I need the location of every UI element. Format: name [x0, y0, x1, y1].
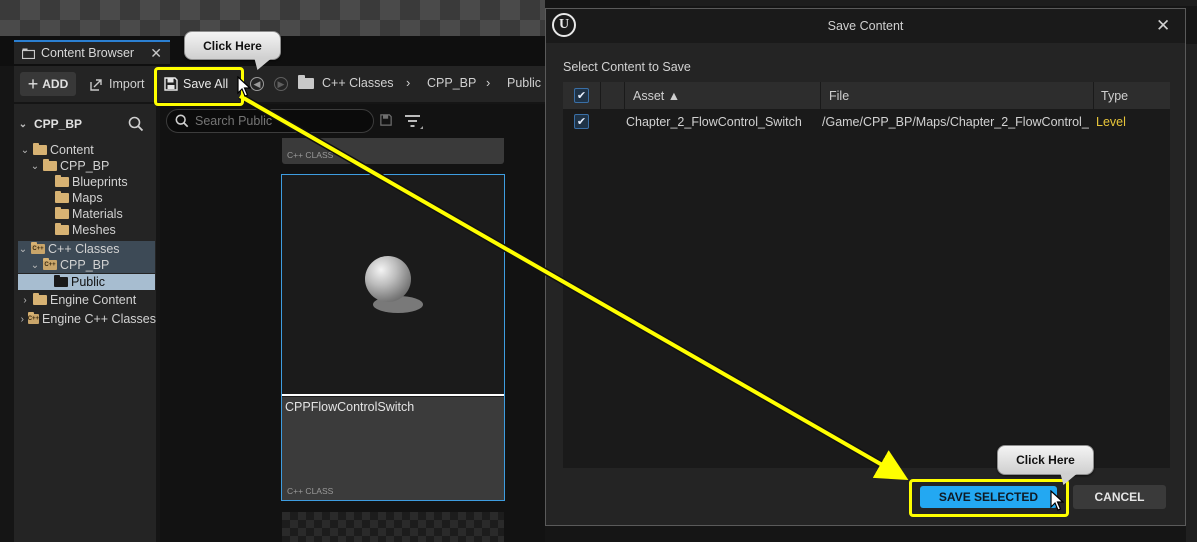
folder-icon [54, 275, 68, 287]
details-panel-edge [650, 0, 1197, 6]
search-icon[interactable] [128, 116, 144, 132]
tree-item-label: Meshes [72, 223, 116, 237]
callout-click-here: Click Here [184, 31, 281, 60]
tree-item-label: Blueprints [72, 175, 128, 189]
breadcrumb-separator-icon[interactable]: › [406, 75, 410, 90]
folder-icon [55, 207, 69, 219]
import-icon [90, 78, 102, 91]
content-table [563, 82, 1170, 468]
row-asset-name: Chapter_2_FlowControl_Switch [626, 115, 802, 129]
folder-icon [55, 191, 69, 203]
dialog-subtitle: Select Content to Save [563, 60, 691, 74]
tab-label: Content Browser [41, 46, 135, 60]
chevron-down-icon: ⌄ [20, 144, 30, 156]
breadcrumb-cpp-bp[interactable]: CPP_BP [427, 76, 476, 90]
content-browser-icon [22, 48, 35, 59]
breadcrumb-separator-icon[interactable]: › [486, 75, 490, 90]
mouse-cursor-icon [237, 76, 251, 97]
column-header-file[interactable]: File [829, 82, 849, 109]
tree-item-label: CPP_BP [60, 159, 110, 173]
cpp-folder-icon: C++ [27, 312, 40, 324]
cpp-folder-icon: C++ [43, 258, 57, 270]
chevron-down-icon: ⌄ [18, 243, 28, 255]
dialog-close-icon[interactable]: ✕ [1156, 16, 1170, 36]
chevron-right-icon: › [23, 294, 27, 306]
forward-arrow-icon[interactable]: ▶ [274, 77, 288, 91]
breadcrumb-public[interactable]: Public [507, 76, 541, 90]
asset-search-box[interactable] [166, 109, 374, 133]
folder-icon [55, 175, 69, 187]
back-arrow-icon[interactable]: ◀ [250, 77, 264, 91]
plus-icon: + [27, 74, 39, 94]
import-button[interactable]: Import [90, 74, 144, 94]
folder-icon [43, 159, 57, 171]
column-header-type[interactable]: Type [1101, 82, 1128, 109]
filter-icon[interactable] [404, 114, 424, 130]
mouse-cursor-icon [1050, 490, 1064, 511]
tree-item-label: Materials [72, 207, 123, 221]
chevron-down-icon: ⌄ [18, 118, 28, 130]
highlight-save-all [154, 67, 244, 106]
folder-icon [33, 293, 47, 305]
tree-item-cpp-bp[interactable]: ⌄ CPP_BP [30, 158, 109, 174]
tree-item-cpp-classes[interactable]: ⌄ C++ C++ Classes [18, 241, 155, 257]
tree-item-public[interactable]: Public [18, 274, 155, 290]
import-label: Import [109, 77, 145, 91]
add-button[interactable]: + ADD [20, 72, 76, 96]
dialog-title: Save Content [827, 19, 904, 33]
asset-tile-above[interactable]: C++ CLASS [282, 138, 504, 164]
tree-item-cpp-bp-classes[interactable]: ⌄ C++ CPP_BP [18, 257, 155, 273]
column-divider [1093, 82, 1094, 109]
sphere-thumbnail-icon [365, 256, 411, 302]
tree-item-label: C++ Classes [48, 242, 120, 256]
folder-icon [55, 223, 69, 235]
tree-item-maps[interactable]: Maps [55, 190, 103, 206]
tree-item-engine-content[interactable]: › Engine Content [20, 292, 136, 308]
tree-item-label: Maps [72, 191, 103, 205]
asset-name: CPPFlowControlSwitch [285, 400, 415, 414]
chevron-down-icon: ⌄ [30, 160, 40, 172]
tree-item-meshes[interactable]: Meshes [55, 222, 116, 238]
tree-item-engine-cpp-classes[interactable]: › C++ Engine C++ Classes [20, 311, 156, 327]
chevron-down-icon: ⌄ [30, 259, 40, 271]
row-file-path: /Game/CPP_BP/Maps/Chapter_2_FlowControl_ [822, 115, 1089, 129]
tree-item-blueprints[interactable]: Blueprints [55, 174, 128, 190]
save-search-icon[interactable] [380, 114, 392, 126]
asset-type-label: C++ CLASS [287, 486, 334, 496]
cancel-button[interactable]: CANCEL [1073, 485, 1166, 509]
tree-item-label: Public [71, 275, 106, 289]
breadcrumb-folder-icon[interactable] [298, 75, 314, 89]
tree-item-label: CPP_BP [60, 258, 110, 272]
column-divider [600, 82, 601, 109]
chevron-right-icon: › [20, 313, 25, 325]
row-checkbox[interactable]: ✔ [574, 114, 589, 129]
add-label: ADD [42, 77, 69, 91]
tree-item-materials[interactable]: Materials [55, 206, 123, 222]
search-input[interactable] [195, 114, 365, 128]
tab-content-browser[interactable]: Content Browser ✕ [14, 40, 170, 64]
tree-item-label: Engine C++ Classes [42, 312, 156, 326]
search-icon [175, 114, 189, 128]
cpp-folder-icon: C++ [31, 242, 45, 254]
callout-click-here: Click Here [997, 445, 1094, 475]
column-header-asset[interactable]: Asset ▲ [633, 82, 680, 109]
right-scrollbar[interactable] [1186, 44, 1197, 542]
sources-title: CPP_BP [34, 117, 83, 131]
row-type: Level [1096, 115, 1126, 129]
asset-tile-below[interactable] [282, 512, 504, 542]
column-divider [820, 82, 821, 109]
tree-item-label: Content [50, 143, 94, 157]
folder-icon [33, 143, 47, 155]
tab-close-icon[interactable]: ✕ [150, 45, 162, 62]
select-all-checkbox[interactable]: ✔ [574, 88, 589, 103]
highlight-save-selected [909, 479, 1069, 517]
asset-type-label: C++ CLASS [287, 150, 334, 160]
column-divider [624, 82, 625, 109]
tree-item-label: Engine Content [50, 293, 137, 307]
tree-item-content[interactable]: ⌄ Content [20, 142, 94, 158]
breadcrumb-cpp-classes[interactable]: C++ Classes [322, 76, 394, 90]
